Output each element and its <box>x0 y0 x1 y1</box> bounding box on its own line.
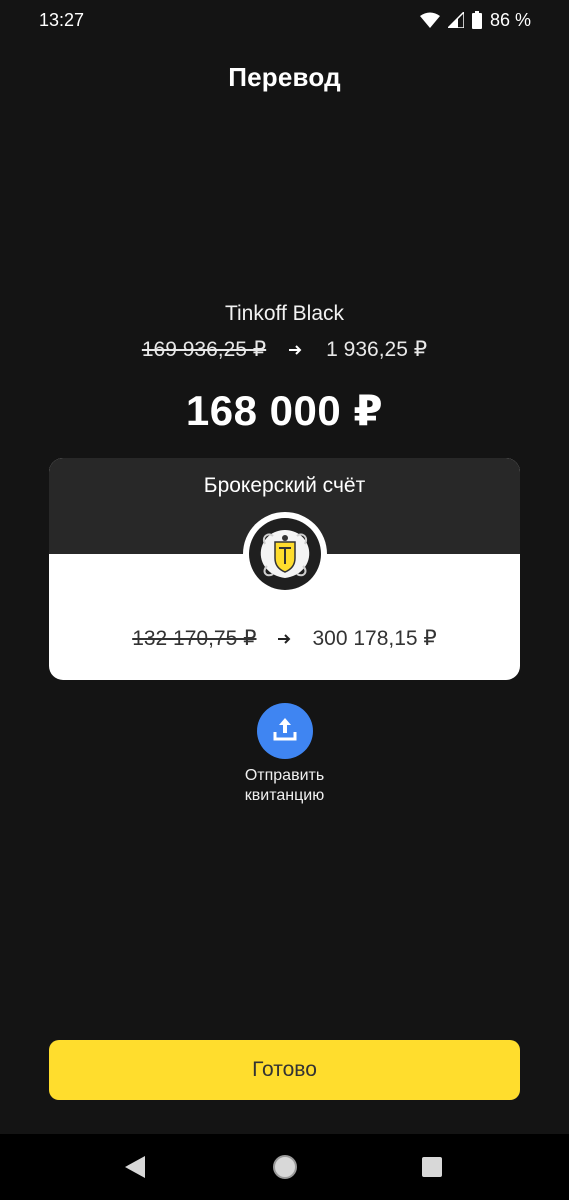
done-button[interactable]: Готово <box>49 1040 520 1100</box>
source-account-name: Tinkoff Black <box>224 302 345 325</box>
source-balance-change: 169 936,25 ₽ 1 936,25 ₽ <box>0 337 569 362</box>
send-receipt-label-line2: квитанцию <box>244 787 325 804</box>
source-balance-after: 1 936,25 ₽ <box>326 338 428 361</box>
upload-icon <box>271 715 299 748</box>
destination-balance-before: 132 170,75 ₽ <box>132 627 257 650</box>
status-icons: 86 % <box>419 9 531 31</box>
destination-balance-change: 132 170,75 ₽ 300 178,15 ₽ <box>49 626 520 651</box>
battery-percent: 86 % <box>489 9 531 30</box>
send-receipt-button[interactable] <box>257 703 313 759</box>
transfer-success-screen: 13:27 86 % Перевод Tinkoff Black 169 936… <box>0 0 569 1200</box>
wifi-icon <box>419 12 440 28</box>
status-time: 13:27 <box>39 9 85 30</box>
back-icon[interactable] <box>124 1155 146 1184</box>
transfer-amount: 168 000 ₽ <box>185 387 384 434</box>
recents-icon[interactable] <box>422 1157 442 1182</box>
arrow-right-icon <box>257 630 313 647</box>
cell-signal-icon <box>447 12 464 28</box>
destination-account-name: Брокерский счёт <box>203 474 366 497</box>
destination-logo <box>243 512 327 596</box>
system-nav-bar <box>0 1134 569 1200</box>
send-receipt-label-line1: Отправить <box>244 767 325 784</box>
page-title: Перевод <box>228 62 341 92</box>
status-bar: 13:27 86 % <box>0 0 569 40</box>
source-balance-before: 169 936,25 ₽ <box>141 338 267 361</box>
tinkoff-crest-icon <box>249 518 321 590</box>
send-receipt-label[interactable]: Отправить квитанцию <box>0 766 569 806</box>
home-icon[interactable] <box>272 1154 298 1185</box>
arrow-right-icon <box>266 341 326 358</box>
destination-balance-after: 300 178,15 ₽ <box>312 627 437 650</box>
battery-icon <box>471 11 482 29</box>
destination-card: Брокерский счёт 132 170,75 ₽ 300 178,15 … <box>49 458 520 680</box>
